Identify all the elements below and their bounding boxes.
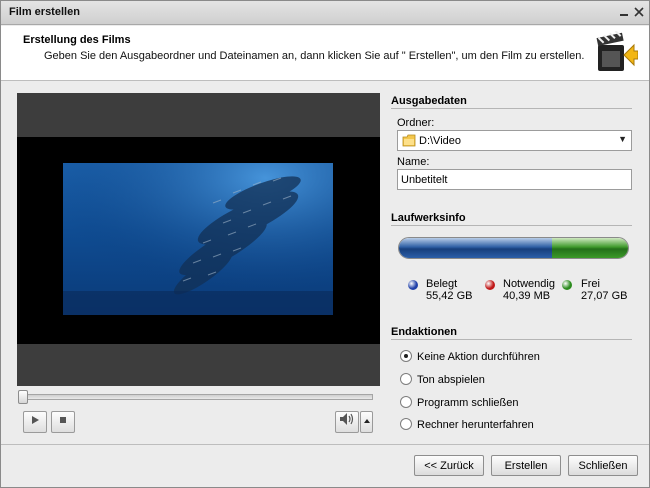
header-panel: Erstellung des Films Geben Sie den Ausga…	[1, 26, 649, 81]
required-legend-text: Notwendig 40,39 MB	[503, 278, 555, 302]
free-legend-dot	[562, 280, 572, 290]
footer-divider	[1, 444, 649, 445]
play-button[interactable]	[23, 411, 47, 433]
drive-usage-bar	[398, 237, 629, 259]
seek-slider[interactable]	[18, 390, 373, 404]
name-label: Name:	[397, 156, 430, 168]
seek-track[interactable]	[18, 394, 373, 400]
radio-close-program-label[interactable]: Programm schließen	[417, 397, 518, 409]
drive-used-fill	[399, 238, 553, 258]
end-actions-section-divider	[391, 339, 632, 340]
radio-play-sound[interactable]	[400, 373, 412, 385]
output-section-title: Ausgabedaten	[391, 95, 467, 107]
folder-icon	[402, 134, 416, 150]
header-description: Geben Sie den Ausgabeordner und Dateinam…	[44, 50, 585, 62]
volume-menu-button[interactable]	[360, 411, 373, 433]
drive-section-title: Laufwerksinfo	[391, 212, 466, 224]
used-legend-dot	[408, 280, 418, 290]
seek-thumb[interactable]	[18, 390, 28, 404]
video-frame	[63, 163, 333, 315]
required-legend-dot	[485, 280, 495, 290]
close-icon[interactable]	[632, 5, 646, 19]
volume-button[interactable]	[335, 411, 359, 433]
output-section-divider	[391, 108, 632, 109]
header-title: Erstellung des Films	[23, 34, 131, 46]
triangle-up-icon	[363, 419, 370, 423]
radio-no-action[interactable]	[400, 350, 412, 362]
free-legend-text: Frei 27,07 GB	[581, 278, 628, 302]
film-erstellen-dialog: Film erstellen Erstellung des Films Gebe…	[0, 0, 650, 488]
name-input[interactable]	[397, 169, 632, 190]
drive-free-fill	[552, 238, 628, 258]
film-clapper-icon	[594, 30, 639, 75]
stop-button[interactable]	[51, 411, 75, 433]
folder-label: Ordner:	[397, 117, 435, 129]
drive-section-divider	[391, 225, 632, 226]
title-bar: Film erstellen	[1, 1, 649, 25]
radio-shutdown-label[interactable]: Rechner herunterfahren	[417, 419, 534, 431]
radio-no-action-label[interactable]: Keine Aktion durchführen	[417, 351, 540, 363]
video-preview	[17, 93, 380, 386]
end-actions-section-title: Endaktionen	[391, 326, 458, 338]
used-legend-text: Belegt 55,42 GB	[426, 278, 473, 302]
play-icon	[32, 416, 39, 424]
stop-icon	[60, 417, 66, 423]
radio-play-sound-label[interactable]: Ton abspielen	[417, 374, 485, 386]
folder-value: D:\Video	[419, 135, 461, 147]
folder-select[interactable]: D:\Video ▼	[397, 130, 632, 151]
minimize-icon[interactable]	[617, 5, 631, 19]
chevron-down-icon[interactable]: ▼	[618, 134, 627, 144]
speaker-icon	[340, 413, 354, 425]
radio-shutdown[interactable]	[400, 418, 412, 430]
close-button[interactable]: Schließen	[568, 455, 638, 476]
create-button[interactable]: Erstellen	[491, 455, 561, 476]
back-button[interactable]: << Zurück	[414, 455, 484, 476]
window-title: Film erstellen	[9, 6, 80, 18]
radio-close-program[interactable]	[400, 396, 412, 408]
